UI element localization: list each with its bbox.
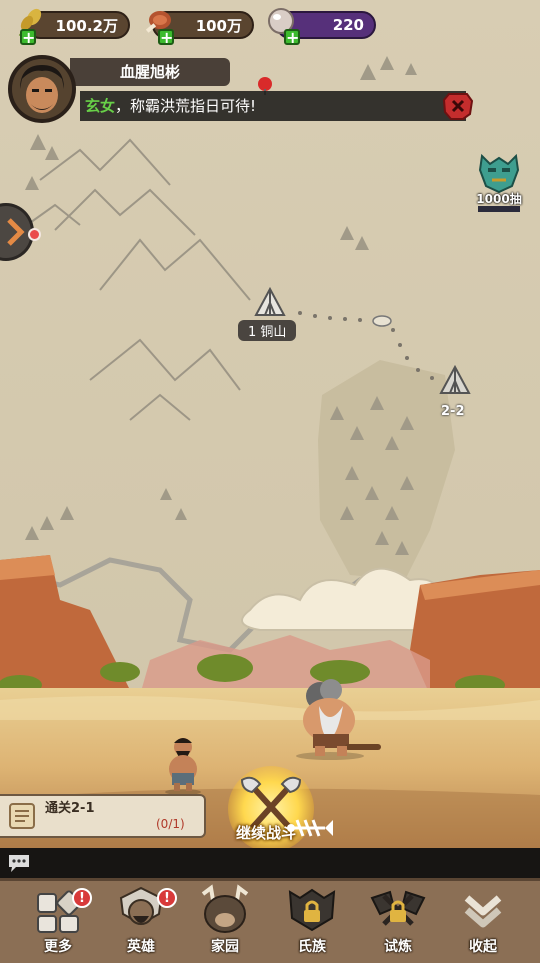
announcement-highlight: 玄女: [85, 97, 116, 115]
tent-icon[interactable]: [252, 285, 288, 319]
nav-clan[interactable]: 氏族: [274, 884, 350, 956]
nav-collapse[interactable]: 收起: [445, 884, 521, 956]
stage-node-label[interactable]: 1 铜山: [238, 320, 297, 341]
quest-progress: (0/1): [156, 817, 185, 831]
meat-value: 100万: [195, 16, 242, 35]
home-icon: [201, 884, 249, 933]
add-grain-button[interactable]: +: [20, 29, 36, 46]
trial-icon: [370, 890, 426, 926]
nav-hero[interactable]: ! 英雄: [103, 884, 179, 956]
player-avatar[interactable]: [8, 55, 76, 123]
nav-hero-badge: !: [157, 888, 177, 908]
lottery-progress: [478, 206, 520, 212]
caveman-portrait-icon: [12, 59, 72, 119]
stage-node-label[interactable]: 2-2: [441, 404, 465, 419]
notification-dot: [28, 228, 41, 241]
fishbone-icon: [287, 819, 333, 837]
announcement-text: ，称霸洪荒指日可待!: [115, 97, 257, 115]
hero-character: [296, 679, 381, 760]
nav-more-badge: !: [72, 888, 92, 908]
gem-value: 220: [332, 16, 364, 34]
player-name: 血腥旭彬: [70, 58, 230, 86]
chevron-down-icon: [464, 895, 502, 928]
add-meat-button[interactable]: +: [158, 29, 174, 46]
add-gem-button[interactable]: +: [284, 29, 300, 46]
nav-more[interactable]: ! 更多: [20, 884, 96, 956]
nav-more-label: 更多: [44, 939, 72, 955]
chat-bar[interactable]: [0, 848, 540, 878]
grain-value: 100.2万: [55, 16, 118, 35]
nav-hero-label: 英雄: [127, 939, 155, 955]
nav-home-label: 家园: [211, 939, 239, 955]
nav-trial[interactable]: 试炼: [360, 884, 436, 956]
quest-title: 通关2-1: [45, 801, 95, 816]
clan-icon: [288, 888, 336, 932]
lottery-label: 1000抽: [476, 192, 522, 206]
close-icon[interactable]: [443, 92, 473, 120]
nav-home[interactable]: 家园: [187, 884, 263, 956]
chat-icon[interactable]: [6, 852, 32, 874]
tent-icon[interactable]: [437, 363, 473, 397]
scroll-icon: [9, 803, 35, 829]
chevron-right-icon: [7, 218, 25, 246]
nav-trial-label: 试炼: [384, 939, 412, 955]
announcement-banner: 玄女，称霸洪荒指日可待!: [80, 91, 466, 121]
nav-collapse-label: 收起: [469, 939, 497, 955]
nav-clan-label: 氏族: [298, 939, 326, 955]
caveman-character: [165, 738, 201, 795]
